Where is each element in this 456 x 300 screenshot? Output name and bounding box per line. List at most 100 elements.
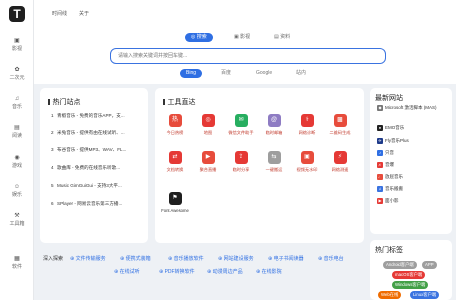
share-icon: ⇪ bbox=[234, 151, 248, 164]
tab-movies[interactable]: ▣ 影视 bbox=[234, 33, 250, 42]
site-icon: ♩ bbox=[377, 174, 383, 180]
explore-link[interactable]: ⊕ 在线影院 bbox=[256, 268, 282, 275]
site-icon: ◆ bbox=[377, 105, 383, 111]
explore-link[interactable]: ⊕ 电子书阅读器 bbox=[268, 255, 304, 262]
mail-icon: @ bbox=[267, 114, 281, 127]
tag-app[interactable]: APP bbox=[422, 261, 437, 269]
tool-speed-test[interactable]: ⚡ 网络测速 bbox=[325, 151, 355, 172]
film-icon: ▣ bbox=[14, 38, 20, 44]
explore-link[interactable]: ⊕ 在线试听 bbox=[114, 268, 140, 275]
list-item[interactable]: 6 SPlayer - 网易云音乐第三方播... bbox=[51, 201, 143, 207]
list-item[interactable]: ♪ 只音 bbox=[377, 150, 452, 156]
engine-baidu[interactable]: 百度 bbox=[221, 69, 231, 78]
stethoscope-icon: ⚕ bbox=[300, 114, 314, 127]
tool-hot-list[interactable]: 热今日热榜 bbox=[160, 114, 190, 135]
tool-wechat-file[interactable]: ✉ 微信文件助手 bbox=[226, 114, 256, 135]
qrcode-icon: ▩ bbox=[333, 114, 347, 127]
tool-map[interactable]: ◎ 地图 bbox=[193, 114, 223, 135]
tool-qrcode[interactable]: ▩ 二维码生成 bbox=[325, 114, 355, 135]
list-item[interactable]: ▶ 面小影 bbox=[377, 198, 452, 204]
sidebar-item-reading[interactable]: ▤ 阅读 bbox=[0, 125, 34, 139]
list-item[interactable]: 1 青椒音乐 - 免费的音乐APP，支... bbox=[51, 113, 143, 119]
list-item[interactable]: 3 布谷音乐 - 提供MP3、WAV、FL... bbox=[51, 147, 143, 153]
list-item[interactable]: ♩ 放屁音乐 bbox=[377, 174, 452, 180]
tag-web[interactable]: Web在线 bbox=[378, 291, 402, 299]
sidebar-item-movies[interactable]: ▣ 影视 bbox=[0, 38, 34, 52]
tab-resources[interactable]: ▤ 资料 bbox=[274, 33, 290, 42]
tag-windows[interactable]: Windows客户端 bbox=[392, 281, 429, 289]
map-icon: ◎ bbox=[201, 114, 215, 127]
sidebar-item-toolbox[interactable]: ⚒ 工具箱 bbox=[0, 213, 34, 227]
site-icon: ✈ bbox=[377, 138, 383, 144]
top-link-about[interactable]: 关于 bbox=[79, 10, 89, 17]
search-box bbox=[110, 48, 386, 64]
tool-doc-convert[interactable]: ⇄ 文档转换 bbox=[160, 151, 190, 172]
tool-temp-share[interactable]: ⇪ 临时分享 bbox=[226, 151, 256, 172]
list-item[interactable]: 5 Music GimGuiGui - 支持3大平... bbox=[51, 183, 143, 189]
list-item[interactable]: 4 歌曲库 - 免费的在线音乐听歌... bbox=[51, 165, 143, 171]
engine-google[interactable]: Google bbox=[256, 69, 272, 78]
search-tabs: ◎ 搜索 ▣ 影视 ▤ 资料 bbox=[34, 33, 456, 42]
tag-android[interactable]: Android客户端 bbox=[383, 261, 417, 269]
explore-link[interactable]: ⊕ PDF转换软件 bbox=[159, 268, 195, 275]
flag-icon: ⚑ bbox=[168, 192, 182, 205]
list-item[interactable]: ♫ 音乐搬搬 bbox=[377, 186, 452, 192]
tool-font-awesome[interactable]: ⚑ Font Awesome bbox=[160, 192, 190, 213]
sidebar-item-anime[interactable]: ✿ 二次元 bbox=[0, 67, 34, 81]
explore-bar: 深入探索 ⊕ 文件传输服务 ⊕ 便携式装箱 ⊕ 音乐播放软件 ⊕ 网站建设服务 … bbox=[34, 250, 364, 280]
book-icon: ▤ bbox=[14, 125, 20, 131]
latest-sites-title: 最新网站 bbox=[375, 95, 403, 102]
explore-link[interactable]: ⊕ 便携式装箱 bbox=[120, 255, 151, 262]
search-area: ◎ 搜索 ▣ 影视 ▤ 资料 Bing 百度 Google 站内 bbox=[34, 26, 456, 84]
engine-bing[interactable]: Bing bbox=[180, 69, 203, 78]
list-item[interactable]: ✈ Fly音乐Plus bbox=[377, 138, 452, 144]
sidebar-item-software[interactable]: ▦ 软件 bbox=[0, 256, 34, 270]
flower-icon: ✿ bbox=[14, 67, 20, 73]
sidebar-item-games[interactable]: ◉ 游戏 bbox=[0, 155, 34, 169]
list-item[interactable]: ◆ Microsoft 激活脚本 (MAS) bbox=[377, 105, 452, 111]
list-item[interactable]: ● EMO音乐 bbox=[377, 125, 452, 131]
sidebar-item-music[interactable]: ♫ 音乐 bbox=[0, 96, 34, 110]
speed-icon: ⚡ bbox=[333, 151, 347, 164]
hot-tags-title: 热门标签 bbox=[375, 247, 403, 254]
tag-linux[interactable]: Linux客户端 bbox=[410, 291, 440, 299]
explore-link[interactable]: ⊕ 音乐播放软件 bbox=[168, 255, 204, 262]
tool-temp-mail[interactable]: @ 临时邮箱 bbox=[259, 114, 289, 135]
explore-link[interactable]: ⊕ 音乐电台 bbox=[318, 255, 344, 262]
explore-label: 深入探索 bbox=[43, 256, 64, 262]
tool-one-click-move[interactable]: ⇆ 一键搬运 bbox=[259, 151, 289, 172]
tools-title: 工具直达 bbox=[163, 97, 196, 107]
engine-site[interactable]: 站内 bbox=[296, 69, 306, 78]
site-icon: ♪ bbox=[377, 150, 383, 156]
explore-link[interactable]: ⊕ 文件传输服务 bbox=[70, 255, 106, 262]
list-item[interactable]: ♬ 音爆 bbox=[377, 162, 452, 168]
search-input[interactable] bbox=[118, 51, 368, 61]
explore-link[interactable]: ⊕ 网站建设服务 bbox=[218, 255, 254, 262]
engine-tabs: Bing 百度 Google 站内 bbox=[34, 69, 456, 78]
tool-live[interactable]: ▶ 聚合直播 bbox=[193, 151, 223, 172]
site-icon: ♫ bbox=[377, 186, 383, 192]
sidebar-item-entertainment[interactable]: ☺ 娱乐 bbox=[0, 184, 34, 198]
music-icon: ♫ bbox=[14, 96, 20, 102]
hot-sites-card: 热门站点 1 青椒音乐 - 免费的音乐APP，支... 2 米兔音乐 - 提供有由在… bbox=[40, 88, 148, 243]
top-link-timeline[interactable]: 时间线 bbox=[52, 10, 67, 17]
grid-icon: ▦ bbox=[14, 256, 20, 262]
top-bar: 时间线 关于 bbox=[34, 0, 456, 26]
site-icon: ♬ bbox=[377, 162, 383, 168]
latest-sites-card: 最新网站 ◆ Microsoft 激活脚本 (MAS) ● EMO音乐 ✈ Fly音乐… bbox=[370, 88, 452, 234]
tools-card: 工具直达 热今日热榜 ◎ 地图 ✉ 微信文件助手 @ 临时邮箱 ⚕ 网络诊断 ▩ 二维码生… bbox=[155, 88, 364, 243]
play-icon: ▶ bbox=[201, 151, 215, 164]
site-logo[interactable]: T bbox=[9, 6, 25, 22]
tool-no-watermark[interactable]: ▣ 视频无水印 bbox=[292, 151, 322, 172]
tool-network-diag[interactable]: ⚕ 网络诊断 bbox=[292, 114, 322, 135]
list-item[interactable]: 2 米兔音乐 - 提供有由在线试听、... bbox=[51, 130, 143, 136]
explore-link[interactable]: ⊕ 动漫周边产品 bbox=[207, 268, 243, 275]
gamepad-icon: ◉ bbox=[14, 155, 20, 161]
site-icon: ▶ bbox=[377, 198, 383, 204]
convert-icon: ⇄ bbox=[168, 151, 182, 164]
tag-macos[interactable]: macOS客户端 bbox=[392, 271, 426, 279]
video-icon: ▣ bbox=[300, 151, 314, 164]
sidebar: T ▣ 影视 ✿ 二次元 ♫ 音乐 ▤ 阅读 ◉ 游戏 ☺ 娱乐 ⚒ 工具箱 ▦ 软件 bbox=[0, 0, 34, 300]
smile-icon: ☺ bbox=[13, 184, 21, 190]
tab-search[interactable]: ◎ 搜索 bbox=[185, 33, 213, 42]
